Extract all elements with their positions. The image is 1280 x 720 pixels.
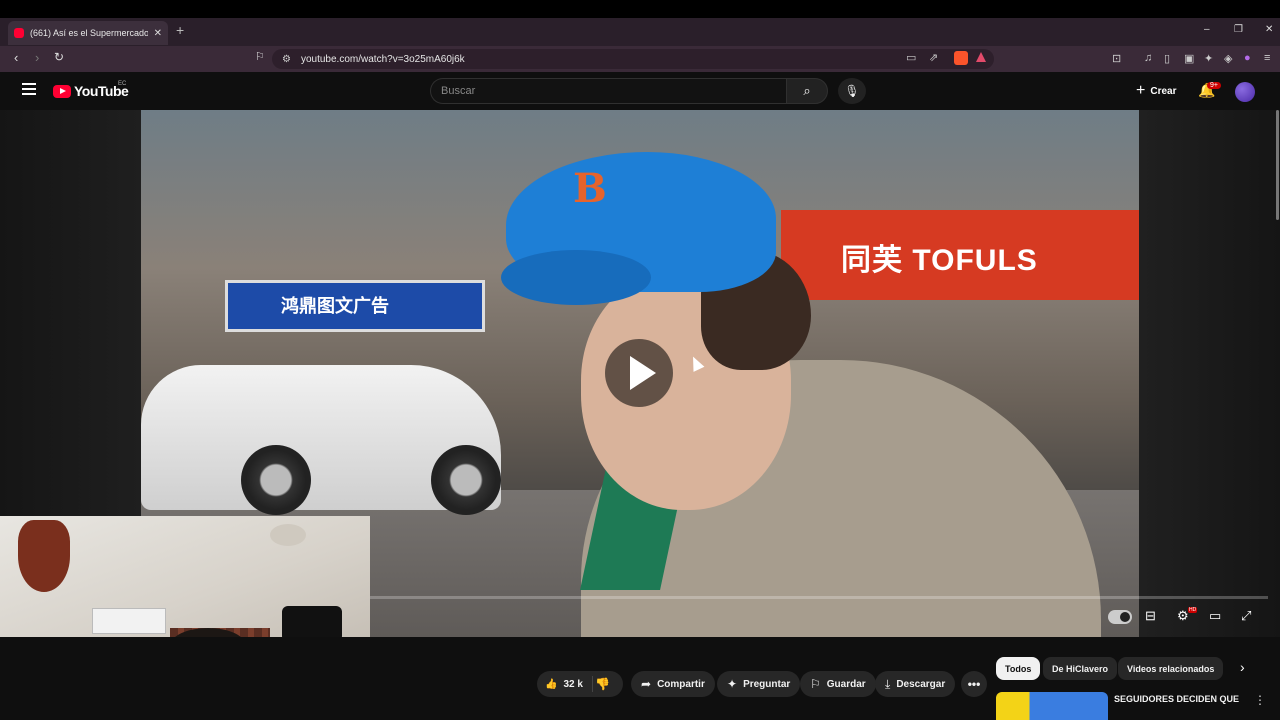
storefront-sign-blue-text: 鸿鼎图文广告 xyxy=(281,296,389,316)
chip-de-hiclavero[interactable]: De HiClavero xyxy=(1043,657,1118,680)
restore-button[interactable]: ❐ xyxy=(1234,24,1243,35)
settings-gear-icon[interactable]: ⚙ xyxy=(1177,608,1189,624)
voice-search-button[interactable]: 🎙 xyxy=(838,78,866,104)
cap-brim xyxy=(501,250,651,305)
car-wheel xyxy=(431,445,501,515)
save-button[interactable]: ⚐ Guardar xyxy=(800,671,876,697)
youtube-favicon-icon xyxy=(14,28,24,38)
create-label: Crear xyxy=(1150,85,1177,97)
thumbs-up-icon: 👍 xyxy=(545,678,558,690)
browser-nav-bar: ‹ › ↻ ⚐ ⚙ youtube.com/watch?v=3o25mA60j6… xyxy=(0,46,1280,72)
media-icon[interactable]: ♫ xyxy=(1144,52,1152,64)
suggested-menu-icon[interactable]: ⋮ xyxy=(1254,693,1266,707)
region-code: EC xyxy=(118,81,127,87)
browser-tab[interactable]: (661) Así es el Supermercado de ✕ xyxy=(8,21,168,45)
save-label: Guardar xyxy=(826,678,866,690)
more-actions-button[interactable]: ••• xyxy=(961,671,987,697)
chip-todos[interactable]: Todos xyxy=(996,657,1041,680)
search-icon: ⌕ xyxy=(803,83,811,98)
tab-title: (661) Así es el Supermercado de xyxy=(30,28,148,38)
vpn-icon[interactable]: ◈ xyxy=(1224,52,1232,65)
autoplay-toggle[interactable] xyxy=(1108,610,1132,624)
big-play-button[interactable] xyxy=(605,339,673,407)
bookmark-save-icon: ⚐ xyxy=(810,677,821,691)
video-actions-area: 👍 32 k 👎 ➦ Compartir ✦ Preguntar ⚐ Guard… xyxy=(0,637,1280,720)
browser-menu-icon[interactable]: ≡ xyxy=(1264,52,1270,64)
tab-close-icon[interactable]: ✕ xyxy=(154,28,162,39)
theater-mode-icon[interactable]: ▭ xyxy=(1209,608,1221,624)
suggested-video-title[interactable]: SEGUIDORES DECIDEN QUE xyxy=(1114,694,1239,704)
air-conditioner xyxy=(92,608,166,634)
share-button[interactable]: ➦ Compartir xyxy=(631,671,715,697)
ceiling-lamp xyxy=(270,524,306,546)
browser-tab-bar: (661) Así es el Supermercado de ✕ + – ❐ … xyxy=(0,18,1280,46)
youtube-header: YouTube EC Buscar ⌕ 🎙 + Crear 🔔 9+ xyxy=(0,72,1280,110)
microphone-icon: 🎙 xyxy=(844,84,860,98)
top-strip xyxy=(0,0,1280,18)
cap-logo: B xyxy=(573,165,607,212)
car-wheel xyxy=(241,445,311,515)
hamburger-menu-icon[interactable] xyxy=(22,83,36,95)
like-button[interactable]: 👍 32 k xyxy=(537,671,583,697)
share-arrow-icon: ➦ xyxy=(641,677,652,691)
extensions-icon[interactable]: ✦ xyxy=(1204,52,1213,65)
reload-icon[interactable]: ↻ xyxy=(54,50,64,64)
guitar xyxy=(18,520,70,592)
youtube-play-logo-icon xyxy=(53,84,71,98)
share-label: Compartir xyxy=(657,678,705,690)
page-scrollbar[interactable] xyxy=(1276,110,1279,220)
progress-bar[interactable] xyxy=(370,596,1268,599)
search-input[interactable]: Buscar xyxy=(430,78,786,104)
download-label: Descargar xyxy=(896,678,946,690)
bookmark-icon[interactable]: ⚐ xyxy=(255,50,265,63)
ambient-right xyxy=(1139,110,1280,637)
url-text: youtube.com/watch?v=3o25mA60j6k xyxy=(300,53,465,65)
brave-shields-icon[interactable] xyxy=(954,51,968,65)
brave-rewards-icon[interactable] xyxy=(976,52,986,62)
ask-button[interactable]: ✦ Preguntar xyxy=(717,671,801,697)
fullscreen-icon[interactable]: ⤢ xyxy=(1241,608,1251,624)
chip-videos-relacionados[interactable]: Videos relacionados xyxy=(1118,657,1224,680)
subtitles-icon[interactable]: ⊟ xyxy=(1145,608,1156,624)
wallet-icon[interactable]: ▣ xyxy=(1184,52,1194,65)
close-window-button[interactable]: ✕ xyxy=(1265,24,1273,35)
like-count: 32 k xyxy=(563,678,583,690)
search-button[interactable]: ⌕ xyxy=(786,78,828,104)
sparkle-icon: ✦ xyxy=(727,677,738,691)
like-divider xyxy=(592,676,593,692)
storefront-sign-red-text: 同芙 TOFULS xyxy=(841,244,1038,277)
cast-icon[interactable]: ▭ xyxy=(906,51,916,64)
forward-arrow-icon[interactable]: › xyxy=(35,50,39,65)
back-arrow-icon[interactable]: ‹ xyxy=(14,50,18,65)
notification-badge: 9+ xyxy=(1207,82,1221,89)
share-page-icon[interactable]: ⇗ xyxy=(929,51,938,64)
suggested-video-thumbnail[interactable] xyxy=(996,692,1108,720)
sidebar-icon[interactable]: ▯ xyxy=(1164,52,1170,65)
tab-search-icon[interactable]: ⊡ xyxy=(1112,52,1121,65)
hd-badge: HD xyxy=(1188,607,1198,613)
minimize-button[interactable]: – xyxy=(1204,24,1210,35)
new-tab-button[interactable]: + xyxy=(176,22,184,38)
thumbs-down-icon: 👎 xyxy=(595,677,610,691)
download-icon: ⤓ xyxy=(885,676,891,691)
create-button[interactable]: + Crear xyxy=(1128,80,1184,102)
dislike-button[interactable]: 👎 xyxy=(595,671,610,697)
download-button[interactable]: ⤓ Descargar xyxy=(875,671,956,697)
like-dislike-group: 👍 32 k 👎 xyxy=(537,671,623,697)
plus-icon: + xyxy=(1136,82,1146,99)
ask-label: Preguntar xyxy=(743,678,791,690)
chevron-right-icon[interactable]: › xyxy=(1240,659,1245,675)
address-bar[interactable]: ⚙ youtube.com/watch?v=3o25mA60j6k xyxy=(272,49,994,69)
play-icon xyxy=(630,356,656,390)
site-info-icon[interactable]: ⚙ xyxy=(282,54,291,65)
leo-icon[interactable]: ● xyxy=(1244,52,1251,64)
account-avatar[interactable] xyxy=(1235,82,1255,102)
